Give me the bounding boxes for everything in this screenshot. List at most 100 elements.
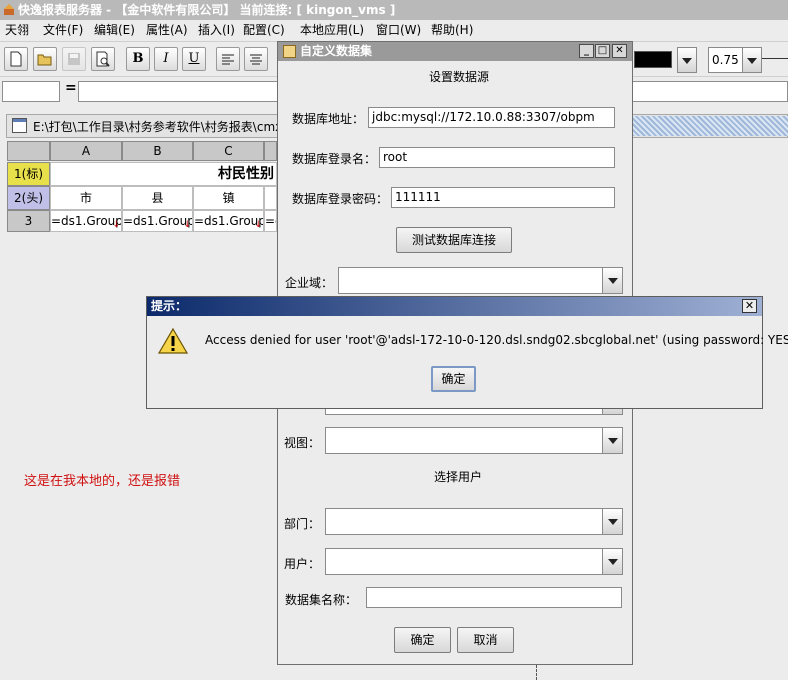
formula-cell-d3[interactable]: =d (264, 210, 277, 232)
view-label: 视图： (284, 436, 321, 450)
open-file-button[interactable] (33, 47, 57, 71)
align-left-icon (222, 54, 234, 65)
section-datasource-title: 设置数据源 (429, 70, 490, 84)
cell-reference-input[interactable] (2, 81, 60, 102)
header-cell-d[interactable] (264, 186, 277, 210)
formula-cell-c3[interactable]: =ds1.Group ↓ (193, 210, 264, 232)
app-title: 快逸报表服务器 - 【金中软件有限公司】 当前连接: [ kingon_vms … (18, 3, 396, 17)
menu-tianling[interactable]: 天翎 (5, 22, 29, 38)
menu-local-apps[interactable]: 本地应用(L) (300, 22, 364, 38)
expand-marker-icon: ↓ (112, 220, 120, 230)
equals-label: = (65, 80, 77, 96)
alert-ok-button[interactable]: 确定 (431, 366, 476, 392)
guide-line (536, 665, 537, 680)
annotation-note: 这是在我本地的，还是报错 (24, 474, 181, 489)
dialog-ok-button[interactable]: 确定 (394, 627, 451, 653)
menu-config[interactable]: 配置(C) (243, 22, 285, 38)
section-user-title: 选择用户 (434, 470, 483, 484)
app-title-bar: 快逸报表服务器 - 【金中软件有限公司】 当前连接: [ kingon_vms … (0, 0, 788, 20)
new-file-button[interactable] (4, 47, 28, 71)
line-width-dropdown[interactable] (742, 48, 761, 72)
bold-button[interactable]: B (126, 47, 150, 71)
underline-button[interactable]: U (182, 47, 206, 71)
alert-close-button[interactable]: ✕ (742, 299, 757, 313)
formula-cell-a3[interactable]: =ds1.Group ↓ (50, 210, 122, 232)
grid-corner[interactable] (7, 141, 50, 161)
expand-marker-icon: ↓ (254, 220, 262, 230)
column-header-d[interactable] (264, 141, 277, 161)
align-center-icon (250, 54, 262, 65)
sheet-file-path: E:\打包\工作目录\村务参考软件\村务报表\cmxx (33, 120, 290, 134)
app-logo-icon (4, 4, 14, 15)
user-label: 用户： (284, 557, 321, 571)
menu-file[interactable]: 文件(F) (43, 22, 83, 38)
menu-attributes[interactable]: 属性(A) (146, 22, 188, 38)
save-button[interactable] (62, 47, 86, 71)
color-dropdown-button[interactable] (677, 47, 697, 73)
chevron-down-icon (602, 549, 622, 574)
row-header-1[interactable]: 1(标) (7, 162, 50, 186)
header-cell-city[interactable]: 市 (50, 186, 122, 210)
alert-message: Access denied for user 'root'@'adsl-172-… (205, 333, 788, 347)
menu-insert[interactable]: 插入(I) (198, 22, 235, 38)
db-password-input[interactable]: 111111 (391, 187, 615, 208)
column-header-b[interactable]: B (122, 141, 193, 161)
window-icon (12, 118, 27, 133)
line-width-value: 0.75 (712, 53, 739, 67)
minimize-icon: _ (584, 45, 589, 56)
title-cell[interactable]: 村民性别 (50, 162, 277, 186)
italic-button[interactable]: I (154, 47, 178, 71)
department-select[interactable] (325, 508, 623, 535)
view-select[interactable] (325, 427, 623, 454)
chevron-down-icon (602, 428, 622, 453)
expand-marker-icon: ↓ (183, 220, 191, 230)
sheet-titlebar-pattern (632, 116, 788, 136)
print-preview-icon (96, 51, 110, 67)
row-header-2[interactable]: 2(头) (7, 186, 50, 210)
db-user-input[interactable]: root (379, 147, 615, 168)
coffee-cup-icon (283, 45, 296, 58)
test-connection-button[interactable]: 测试数据库连接 (396, 227, 512, 253)
db-user-label: 数据库登录名： (292, 152, 377, 166)
header-cell-town[interactable]: 镇 (193, 186, 264, 210)
cell-text: =ds1.Group (51, 214, 122, 228)
folder-open-icon (37, 54, 52, 66)
domain-select[interactable] (338, 267, 623, 294)
alert-title: 提示： (151, 299, 188, 313)
chevron-down-icon (602, 268, 622, 293)
dialog-close-button[interactable]: ✕ (612, 44, 627, 58)
close-icon: ✕ (744, 299, 755, 312)
menu-bar: 天翎 文件(F) 编辑(E) 属性(A) 插入(I) 配置(C) 本地应用(L)… (0, 20, 788, 41)
column-header-c[interactable]: C (193, 141, 264, 161)
align-left-button[interactable] (216, 47, 240, 71)
row-header-3[interactable]: 3 (7, 210, 50, 232)
minimize-button[interactable]: _ (579, 44, 594, 58)
db-password-label: 数据库登录密码： (292, 192, 389, 206)
db-url-input[interactable]: jdbc:mysql://172.10.0.88:3307/obpm (368, 107, 615, 128)
close-icon: ✕ (615, 45, 624, 56)
align-center-button[interactable] (244, 47, 268, 71)
chevron-down-icon (682, 58, 692, 64)
domain-label: 企业域： (285, 276, 334, 290)
dialog-cancel-button[interactable]: 取消 (457, 627, 514, 653)
menu-window[interactable]: 窗口(W) (376, 22, 421, 38)
dataset-name-input[interactable] (366, 587, 622, 608)
menu-edit[interactable]: 编辑(E) (94, 22, 135, 38)
chevron-down-icon (747, 58, 757, 64)
menu-help[interactable]: 帮助(H) (431, 22, 473, 38)
maximize-icon: □ (597, 45, 608, 56)
warning-icon (158, 327, 188, 354)
department-label: 部门： (284, 517, 321, 531)
header-cell-county[interactable]: 县 (122, 186, 193, 210)
alert-titlebar[interactable] (147, 297, 762, 316)
db-url-label: 数据库地址： (292, 112, 365, 126)
line-style-preview (762, 58, 788, 59)
dataset-name-label: 数据集名称： (285, 593, 358, 607)
formula-cell-b3[interactable]: =ds1.Group ↓ (122, 210, 193, 232)
maximize-button[interactable]: □ (595, 44, 610, 58)
column-header-a[interactable]: A (50, 141, 122, 161)
print-preview-button[interactable] (91, 47, 115, 71)
new-file-icon (10, 51, 22, 67)
user-select[interactable] (325, 548, 623, 575)
color-swatch[interactable] (634, 51, 672, 68)
